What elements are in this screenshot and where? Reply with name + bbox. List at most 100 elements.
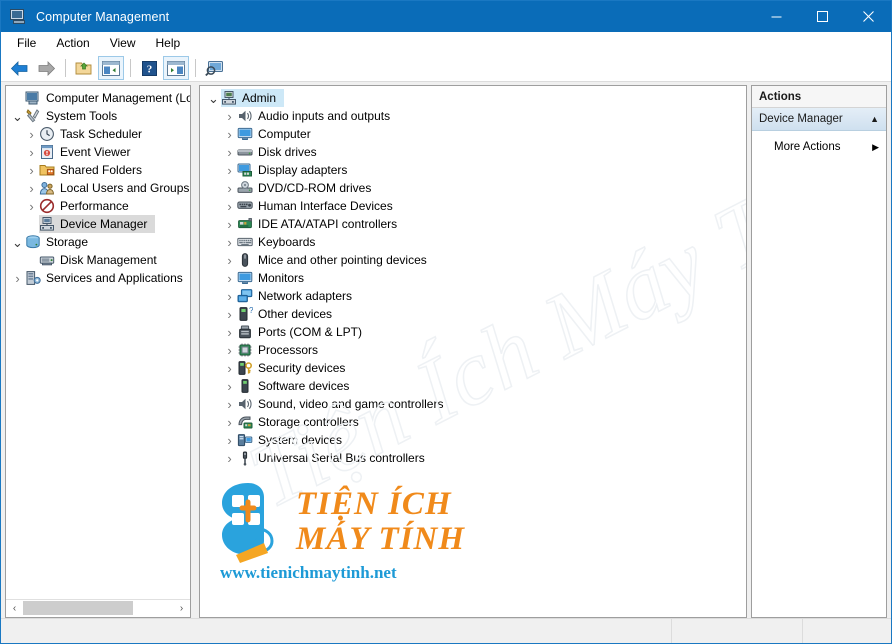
tree-item[interactable]: Computer Management (Local (6, 89, 190, 107)
chevron-right-icon[interactable]: › (24, 125, 39, 143)
chevron-right-icon[interactable]: › (222, 431, 237, 449)
maximize-button[interactable] (799, 1, 845, 32)
tree-item[interactable]: › Storage controllers (200, 413, 746, 431)
tree-item[interactable]: › Human Interface Devices (200, 197, 746, 215)
show-hide-action-pane-button[interactable] (163, 56, 189, 80)
chevron-right-icon[interactable]: › (222, 125, 237, 143)
action-more-actions[interactable]: More Actions ▶ (752, 137, 886, 157)
ide-controller-icon (237, 216, 253, 232)
chevron-right-icon[interactable]: › (24, 161, 39, 179)
minimize-button[interactable] (753, 1, 799, 32)
tree-item-content: Human Interface Devices (237, 197, 401, 215)
chevron-right-icon[interactable]: › (222, 215, 237, 233)
tree-item[interactable]: › Monitors (200, 269, 746, 287)
menu-file[interactable]: File (7, 34, 46, 52)
chevron-right-icon[interactable]: › (222, 107, 237, 125)
tree-item-label: System Tools (46, 109, 118, 123)
tree-item[interactable]: › Universal Serial Bus controllers (200, 449, 746, 467)
tree-item[interactable]: ⌄ Storage (6, 233, 190, 251)
chevron-right-icon[interactable]: › (222, 449, 237, 467)
tree-item[interactable]: Disk Management (6, 251, 190, 269)
console-tree-hscrollbar[interactable]: ‹ › (6, 599, 190, 617)
chevron-right-icon[interactable]: › (222, 269, 237, 287)
tree-item[interactable]: Device Manager (6, 215, 190, 233)
chevron-right-icon[interactable]: › (222, 197, 237, 215)
tree-item[interactable]: ⌄ Admin (200, 89, 746, 107)
tree-item[interactable]: › Security devices (200, 359, 746, 377)
help-button[interactable]: ? (136, 56, 162, 80)
console-tree[interactable]: Computer Management (Local ⌄ System Tools ›… (6, 86, 190, 599)
chevron-right-icon[interactable]: › (24, 143, 39, 161)
menu-help[interactable]: Help (146, 34, 191, 52)
chevron-down-icon[interactable]: ⌄ (10, 107, 25, 125)
scroll-thumb[interactable] (23, 601, 133, 615)
chevron-right-icon[interactable]: › (222, 287, 237, 305)
show-hide-console-tree-button[interactable] (98, 56, 124, 80)
tree-item[interactable]: › Local Users and Groups (6, 179, 190, 197)
tree-item[interactable]: › Software devices (200, 377, 746, 395)
chevron-right-icon[interactable]: › (10, 269, 25, 287)
tree-item[interactable]: › Services and Applications (6, 269, 190, 287)
tree-item[interactable]: › Disk drives (200, 143, 746, 161)
chevron-right-icon[interactable]: › (222, 359, 237, 377)
tree-item[interactable]: › Event Viewer (6, 143, 190, 161)
status-segment-3 (803, 619, 891, 643)
computer-node-icon (221, 90, 237, 106)
tree-item-label: Audio inputs and outputs (258, 109, 391, 123)
back-button[interactable] (6, 56, 32, 80)
properties-button[interactable] (201, 56, 227, 80)
storage-controller-icon (237, 414, 253, 430)
tree-item[interactable]: › Performance (6, 197, 190, 215)
tree-item[interactable]: › Processors (200, 341, 746, 359)
tree-item[interactable]: › Audio inputs and outputs (200, 107, 746, 125)
tree-item[interactable]: › Network adapters (200, 287, 746, 305)
tree-item-content: Ports (COM & LPT) (237, 323, 370, 341)
chevron-right-icon[interactable]: › (222, 395, 237, 413)
chevron-right-icon[interactable]: › (222, 413, 237, 431)
tree-item-content: DVD/CD-ROM drives (237, 179, 379, 197)
tree-item[interactable]: ⌄ System Tools (6, 107, 190, 125)
close-button[interactable] (845, 1, 891, 32)
chevron-right-icon[interactable]: › (222, 161, 237, 179)
computer-management-icon (10, 8, 28, 26)
chevron-right-icon[interactable]: › (222, 305, 237, 323)
chevron-down-icon[interactable]: ⌄ (10, 233, 25, 251)
chevron-right-icon[interactable]: › (222, 179, 237, 197)
tree-item[interactable]: › DVD/CD-ROM drives (200, 179, 746, 197)
menu-action[interactable]: Action (46, 34, 99, 52)
scroll-right-button[interactable]: › (173, 600, 190, 617)
tree-item-label: Shared Folders (60, 163, 143, 177)
actions-section-header[interactable]: Device Manager ▲ (752, 108, 886, 131)
tree-item[interactable]: › Keyboards (200, 233, 746, 251)
chevron-right-icon[interactable]: › (24, 197, 39, 215)
chevron-right-icon[interactable]: › (24, 179, 39, 197)
tree-item[interactable]: › Sound, video and game controllers (200, 395, 746, 413)
tree-item[interactable]: › System devices (200, 431, 746, 449)
tree-item[interactable]: › Ports (COM & LPT) (200, 323, 746, 341)
tree-item-label: Mice and other pointing devices (258, 253, 427, 267)
actions-list: More Actions ▶ (752, 131, 886, 617)
tree-item[interactable]: ›? Other devices (200, 305, 746, 323)
tree-item[interactable]: › IDE ATA/ATAPI controllers (200, 215, 746, 233)
forward-button[interactable] (33, 56, 59, 80)
chevron-right-icon[interactable]: › (222, 251, 237, 269)
monitor-icon (237, 270, 253, 286)
tree-item[interactable]: › Computer (200, 125, 746, 143)
device-tree[interactable]: ⌄ Admin › Audio inputs and outputs › Computer… (200, 86, 746, 617)
chevron-right-icon[interactable]: › (222, 233, 237, 251)
scroll-track[interactable] (23, 600, 173, 617)
menu-view[interactable]: View (100, 34, 146, 52)
tree-item[interactable]: › Mice and other pointing devices (200, 251, 746, 269)
chevron-right-icon[interactable]: › (222, 377, 237, 395)
tree-item[interactable]: › Task Scheduler (6, 125, 190, 143)
pane-splitter[interactable] (191, 85, 199, 618)
tree-item[interactable]: › Shared Folders (6, 161, 190, 179)
chevron-up-icon[interactable]: ▲ (870, 114, 879, 124)
chevron-down-icon[interactable]: ⌄ (206, 89, 221, 107)
chevron-right-icon[interactable]: › (222, 323, 237, 341)
chevron-right-icon[interactable]: › (222, 341, 237, 359)
chevron-right-icon[interactable]: › (222, 143, 237, 161)
up-one-level-button[interactable] (71, 56, 97, 80)
tree-item[interactable]: › Display adapters (200, 161, 746, 179)
scroll-left-button[interactable]: ‹ (6, 600, 23, 617)
